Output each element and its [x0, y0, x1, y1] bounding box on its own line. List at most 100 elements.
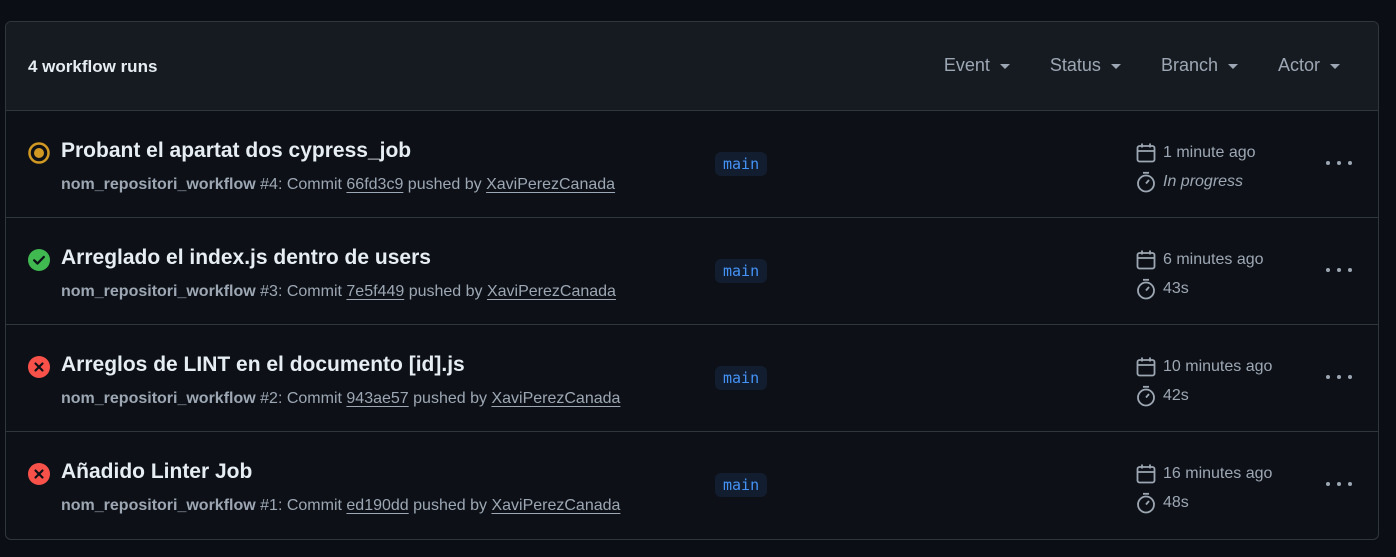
run-title-link[interactable]: Probant el apartat dos cypress_job: [61, 139, 411, 163]
workflow-name: nom_repositori_workflow: [61, 497, 256, 514]
commit-prefix: : Commit: [277, 497, 347, 514]
event-filter-button[interactable]: Event: [944, 55, 1010, 76]
workflow-run-row[interactable]: Añadido Linter Job nom_repositori_workfl…: [6, 432, 1378, 538]
workflow-name: nom_repositori_workflow: [61, 176, 256, 193]
workflow-runs-panel: 4 workflow runs Event Status Branch Acto…: [5, 21, 1379, 540]
run-timestamp: 6 minutes ago: [1135, 249, 1264, 271]
time-ago: 16 minutes ago: [1163, 465, 1273, 482]
branch-label[interactable]: main: [715, 152, 768, 176]
in-progress-status-icon: [28, 142, 50, 164]
run-number: #1: [260, 497, 278, 514]
commit-sha-link[interactable]: 7e5f449: [346, 283, 404, 300]
kebab-dot: [1348, 161, 1352, 165]
filter-bar: Event Status Branch Actor: [904, 55, 1340, 76]
more-options-button[interactable]: [1326, 367, 1352, 387]
run-title-link[interactable]: Arreglos de LINT en el documento [id].js: [61, 353, 465, 377]
success-check-icon: [28, 249, 50, 271]
actor-link[interactable]: XaviPerezCanada: [487, 283, 616, 300]
actor-filter-button[interactable]: Actor: [1278, 55, 1340, 76]
more-options-button[interactable]: [1326, 260, 1352, 280]
run-number: #4: [260, 176, 278, 193]
actor-link[interactable]: XaviPerezCanada: [486, 176, 615, 193]
commit-prefix: : Commit: [277, 390, 347, 407]
status-filter-button[interactable]: Status: [1050, 55, 1121, 76]
kebab-dot: [1326, 375, 1330, 379]
failure-x-icon: [28, 356, 50, 378]
kebab-dot: [1348, 482, 1352, 486]
run-meta: nom_repositori_workflow #3: Commit 7e5f4…: [61, 283, 616, 301]
actor-filter-label: Actor: [1277, 55, 1320, 75]
time-ago: 1 minute ago: [1163, 144, 1256, 161]
run-number: #2: [260, 390, 278, 407]
actor-link[interactable]: XaviPerezCanada: [491, 497, 620, 514]
branch-filter-button[interactable]: Branch: [1161, 55, 1238, 76]
run-duration: 48s: [1135, 492, 1189, 514]
duration-text: 42s: [1163, 387, 1189, 404]
kebab-dot: [1326, 482, 1330, 486]
actor-link[interactable]: XaviPerezCanada: [491, 390, 620, 407]
run-meta: nom_repositori_workflow #1: Commit ed190…: [61, 497, 620, 515]
workflow-name: nom_repositori_workflow: [61, 390, 256, 407]
kebab-dot: [1348, 268, 1352, 272]
status-filter-label: Status: [1049, 55, 1101, 75]
commit-prefix: : Commit: [277, 283, 347, 300]
run-timestamp: 1 minute ago: [1135, 142, 1256, 164]
pushed-by-text: pushed by: [403, 176, 487, 193]
more-options-button[interactable]: [1326, 474, 1352, 494]
kebab-dot: [1337, 161, 1341, 165]
commit-sha-link[interactable]: 943ae57: [346, 390, 408, 407]
caret-down-icon: [999, 64, 1010, 69]
run-timestamp: 16 minutes ago: [1135, 463, 1272, 485]
commit-sha-link[interactable]: ed190dd: [346, 497, 408, 514]
time-ago: 6 minutes ago: [1163, 251, 1264, 268]
calendar-icon: [1136, 250, 1156, 270]
commit-sha-link[interactable]: 66fd3c9: [346, 176, 403, 193]
kebab-dot: [1337, 268, 1341, 272]
branch-label[interactable]: main: [715, 473, 768, 497]
kebab-dot: [1337, 375, 1341, 379]
caret-down-icon: [1227, 64, 1238, 69]
duration-text: In progress: [1163, 173, 1244, 190]
branch-label[interactable]: main: [715, 366, 768, 390]
kebab-dot: [1348, 375, 1352, 379]
workflow-run-row[interactable]: Arreglado el index.js dentro de users no…: [6, 218, 1378, 325]
kebab-dot: [1326, 161, 1330, 165]
runs-header: 4 workflow runs Event Status Branch Acto…: [6, 22, 1378, 111]
kebab-dot: [1326, 268, 1330, 272]
calendar-icon: [1136, 143, 1156, 163]
run-duration: 43s: [1135, 278, 1189, 300]
pushed-by-text: pushed by: [404, 283, 487, 300]
workflow-run-row[interactable]: Probant el apartat dos cypress_job nom_r…: [6, 111, 1378, 218]
branch-label[interactable]: main: [715, 259, 768, 283]
run-title-link[interactable]: Arreglado el index.js dentro de users: [61, 246, 431, 270]
stopwatch-icon: [1137, 492, 1155, 514]
time-ago: 10 minutes ago: [1163, 358, 1273, 375]
workflow-run-row[interactable]: Arreglos de LINT en el documento [id].js…: [6, 325, 1378, 432]
kebab-dot: [1337, 482, 1341, 486]
pushed-by-text: pushed by: [408, 497, 492, 514]
commit-prefix: : Commit: [277, 176, 347, 193]
stopwatch-icon: [1137, 385, 1155, 407]
duration-text: 43s: [1163, 280, 1189, 297]
runs-count-title: 4 workflow runs: [28, 57, 158, 76]
run-title-link[interactable]: Añadido Linter Job: [61, 460, 252, 484]
run-duration: In progress: [1135, 171, 1243, 193]
pushed-by-text: pushed by: [408, 390, 492, 407]
run-duration: 42s: [1135, 385, 1189, 407]
duration-text: 48s: [1163, 494, 1189, 511]
run-meta: nom_repositori_workflow #4: Commit 66fd3…: [61, 176, 615, 194]
calendar-icon: [1136, 464, 1156, 484]
event-filter-label: Event: [943, 55, 990, 75]
calendar-icon: [1136, 357, 1156, 377]
run-meta: nom_repositori_workflow #2: Commit 943ae…: [61, 390, 620, 408]
stopwatch-icon: [1137, 278, 1155, 300]
more-options-button[interactable]: [1326, 153, 1352, 173]
branch-filter-label: Branch: [1160, 55, 1218, 75]
run-timestamp: 10 minutes ago: [1135, 356, 1272, 378]
workflow-name: nom_repositori_workflow: [61, 283, 256, 300]
caret-down-icon: [1330, 64, 1340, 69]
caret-down-icon: [1110, 64, 1121, 69]
failure-x-icon: [28, 463, 50, 485]
run-number: #3: [260, 283, 278, 300]
stopwatch-icon: [1137, 171, 1155, 193]
